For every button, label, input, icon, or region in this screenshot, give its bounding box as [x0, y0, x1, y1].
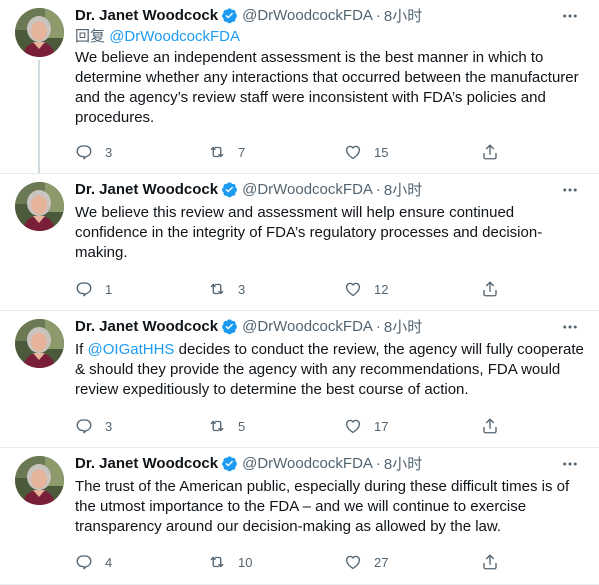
avatar[interactable] [15, 319, 64, 368]
share-button[interactable] [481, 416, 499, 436]
verified-badge-icon [221, 455, 238, 472]
more-options-icon[interactable] [561, 181, 579, 199]
reply-to-handle[interactable]: @DrWoodcockFDA [109, 28, 240, 45]
tweet-header: Dr. Janet Woodcock @DrWoodcockFDA · 8小时 [75, 5, 585, 25]
author-handle[interactable]: @DrWoodcockFDA [242, 7, 373, 24]
timestamp[interactable]: 8小时 [384, 5, 422, 26]
separator-dot: · [375, 454, 381, 472]
verified-badge-icon [221, 181, 238, 198]
author-name[interactable]: Dr. Janet Woodcock [75, 181, 218, 198]
reply-count: 3 [105, 144, 113, 160]
retweet-button[interactable]: 10 [208, 552, 252, 572]
author-name[interactable]: Dr. Janet Woodcock [75, 318, 218, 335]
reply-button[interactable]: 1 [75, 279, 112, 299]
author-handle[interactable]: @DrWoodcockFDA [242, 455, 373, 472]
verified-badge-icon [221, 7, 238, 24]
author-name[interactable]: Dr. Janet Woodcock [75, 7, 218, 24]
like-button[interactable]: 12 [344, 279, 388, 299]
thread-line [38, 60, 40, 173]
tweet-text: If @OIGatHHS decides to conduct the revi… [75, 340, 585, 400]
avatar[interactable] [15, 182, 64, 231]
tweet[interactable]: Dr. Janet Woodcock @DrWoodcockFDA · 8小时 … [0, 448, 599, 585]
tweet[interactable]: Dr. Janet Woodcock @DrWoodcockFDA · 8小时 … [0, 0, 599, 174]
timestamp[interactable]: 8小时 [384, 316, 422, 337]
author-name[interactable]: Dr. Janet Woodcock [75, 455, 218, 472]
retweet-count: 5 [238, 418, 246, 434]
reply-label: 回复 [75, 28, 106, 45]
retweet-count: 10 [238, 554, 253, 570]
reply-button[interactable]: 4 [75, 552, 112, 572]
like-count: 12 [374, 281, 389, 297]
text-prefix: If [75, 341, 88, 358]
tweet-actions: 4 10 27 [75, 552, 599, 572]
retweet-count: 7 [238, 144, 246, 160]
share-button[interactable] [481, 279, 499, 299]
tweet-header: Dr. Janet Woodcock @DrWoodcockFDA · 8小时 [75, 316, 585, 336]
share-icon [481, 553, 499, 571]
tweet-actions: 3 7 15 [75, 142, 599, 162]
more-options-icon[interactable] [561, 455, 579, 473]
share-icon [481, 417, 499, 435]
tweet-actions: 1 3 12 [75, 279, 599, 299]
retweet-button[interactable]: 7 [208, 142, 245, 162]
like-count: 17 [374, 418, 389, 434]
tweet-header: Dr. Janet Woodcock @DrWoodcockFDA · 8小时 [75, 179, 585, 199]
retweet-icon [208, 143, 226, 161]
retweet-icon [208, 417, 226, 435]
tweet[interactable]: Dr. Janet Woodcock @DrWoodcockFDA · 8小时 … [0, 311, 599, 448]
retweet-button[interactable]: 5 [208, 416, 245, 436]
tweet-content: Dr. Janet Woodcock @DrWoodcockFDA · 8小时 … [75, 179, 585, 263]
reply-button[interactable]: 3 [75, 416, 112, 436]
like-button[interactable]: 27 [344, 552, 388, 572]
reply-count: 4 [105, 554, 113, 570]
like-icon [344, 280, 362, 298]
like-count: 27 [374, 554, 389, 570]
tweet-text: We believe this review and assessment wi… [75, 204, 543, 261]
avatar[interactable] [15, 456, 64, 505]
author-handle[interactable]: @DrWoodcockFDA [242, 181, 373, 198]
share-button[interactable] [481, 142, 499, 162]
tweet[interactable]: Dr. Janet Woodcock @DrWoodcockFDA · 8小时 … [0, 174, 599, 311]
like-icon [344, 553, 362, 571]
mention-link[interactable]: @OIGatHHS [88, 341, 175, 358]
reply-icon [75, 553, 93, 571]
retweet-count: 3 [238, 281, 246, 297]
more-options-icon[interactable] [561, 7, 579, 25]
like-button[interactable]: 15 [344, 142, 388, 162]
share-icon [481, 143, 499, 161]
tweet-content: Dr. Janet Woodcock @DrWoodcockFDA · 8小时 … [75, 316, 585, 400]
reply-icon [75, 280, 93, 298]
timestamp[interactable]: 8小时 [384, 179, 422, 200]
tweet-header: Dr. Janet Woodcock @DrWoodcockFDA · 8小时 [75, 453, 585, 473]
like-icon [344, 417, 362, 435]
retweet-button[interactable]: 3 [208, 279, 245, 299]
share-button[interactable] [481, 552, 499, 572]
tweet-content: Dr. Janet Woodcock @DrWoodcockFDA · 8小时 … [75, 453, 585, 537]
tweet-text: We believe an independent assessment is … [75, 49, 579, 126]
retweet-icon [208, 280, 226, 298]
reply-icon [75, 417, 93, 435]
avatar[interactable] [15, 8, 64, 57]
separator-dot: · [375, 180, 381, 198]
author-handle[interactable]: @DrWoodcockFDA [242, 318, 373, 335]
separator-dot: · [375, 6, 381, 24]
reply-button[interactable]: 3 [75, 142, 112, 162]
verified-badge-icon [221, 318, 238, 335]
tweet-text: The trust of the American public, especi… [75, 478, 570, 535]
tweet-content: Dr. Janet Woodcock @DrWoodcockFDA · 8小时 … [75, 5, 585, 128]
tweet-actions: 3 5 17 [75, 416, 599, 436]
like-count: 15 [374, 144, 389, 160]
retweet-icon [208, 553, 226, 571]
more-options-icon[interactable] [561, 318, 579, 336]
reply-count: 3 [105, 418, 113, 434]
reply-count: 1 [105, 281, 113, 297]
reply-to-line: 回复 @DrWoodcockFDA [75, 27, 585, 47]
like-button[interactable]: 17 [344, 416, 388, 436]
share-icon [481, 280, 499, 298]
like-icon [344, 143, 362, 161]
separator-dot: · [375, 317, 381, 335]
timestamp[interactable]: 8小时 [384, 453, 422, 474]
reply-icon [75, 143, 93, 161]
